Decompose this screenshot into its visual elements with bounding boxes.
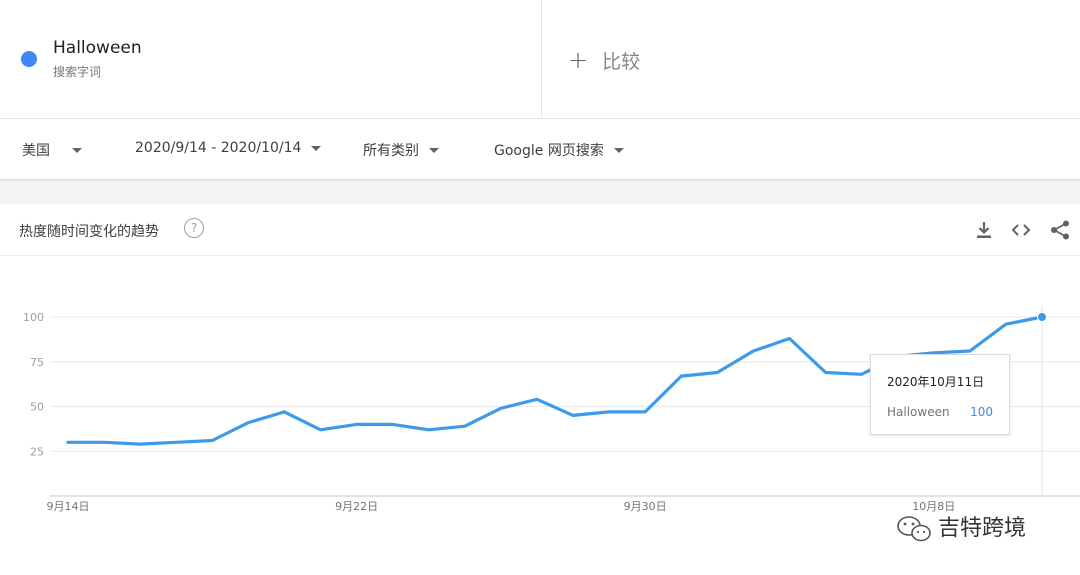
watermark-text: 吉特跨境 [938,516,1026,541]
plus-icon: + [568,46,589,74]
time-range-filter[interactable]: 2020/9/14 - 2020/10/14 [135,140,322,156]
highlight-point-marker [1037,312,1047,322]
time-range-label: 2020/9/14 - 2020/10/14 [135,140,302,156]
x-tick-label: 9月30日 [624,500,667,513]
term-type: 搜索字词 [53,65,102,79]
y-tick-label: 75 [30,356,44,369]
caret-down-icon [311,145,322,151]
card-title: 热度随时间变化的趋势 [19,224,159,240]
x-tick-label: 9月22日 [335,500,378,513]
caret-down-icon [429,147,439,153]
chart-tooltip: 2020年10月11日 Halloween 100 [870,354,1010,435]
y-tick-labels: 25 50 75 100 [23,311,44,458]
help-icon[interactable]: ? [184,218,204,238]
tooltip-value: 100 [970,405,993,419]
embed-icon[interactable] [1009,218,1033,242]
category-label: 所有类别 [363,143,419,159]
wechat-icon [897,516,931,542]
search-property-filter[interactable]: Google 网页搜索 [494,140,624,160]
compare-label: 比较 [602,50,641,73]
card-header: 热度随时间变化的趋势 ? [0,204,1080,256]
tooltip-term: Halloween [887,405,950,419]
geo-filter[interactable]: 美国 [22,140,82,160]
compare-button[interactable]: + 比较 [568,46,640,74]
watermark: 吉特跨境 [892,508,1052,548]
search-term-card[interactable]: Halloween 搜索字词 [0,0,542,119]
tooltip-date: 2020年10月11日 [887,375,985,389]
term-bar: Halloween 搜索字词 + 比较 [0,0,1080,119]
highlight-point [1037,306,1047,496]
x-tick-labels: 9月14日 9月22日 9月30日 10月8日 [47,500,956,513]
search-property-label: Google 网页搜索 [494,143,604,159]
y-tick-label: 100 [23,311,44,324]
term-color-dot [21,51,37,67]
caret-down-icon [613,147,624,153]
geo-filter-label: 美国 [22,143,50,159]
section-gap [0,181,1080,204]
term-name[interactable]: Halloween [53,38,142,58]
share-icon[interactable] [1048,218,1072,242]
x-tick-label: 9月14日 [47,500,90,513]
download-icon[interactable] [972,218,996,242]
caret-down-icon [72,147,82,153]
category-filter[interactable]: 所有类别 [363,140,439,160]
filter-row: 美国 2020/9/14 - 2020/10/14 所有类别 Google 网页… [0,119,1080,180]
y-tick-label: 25 [30,445,44,458]
y-tick-label: 50 [30,401,44,414]
